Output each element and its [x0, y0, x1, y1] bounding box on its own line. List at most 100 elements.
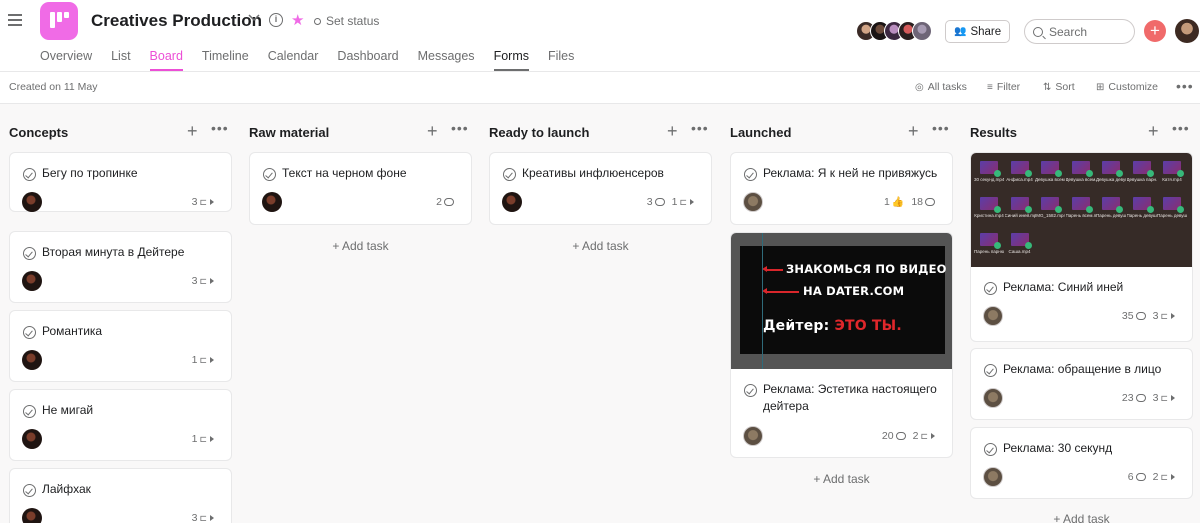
subtask-count[interactable]: 3 ⊏ — [192, 196, 214, 208]
plus-icon[interactable]: + — [187, 121, 198, 142]
video-file-thumbnail[interactable]: Саша.mp4 — [1005, 233, 1035, 254]
quick-add-button[interactable]: + — [1144, 20, 1166, 42]
video-file-thumbnail[interactable]: IMG_1582.mp4 — [1035, 197, 1065, 218]
task-card[interactable]: Лайфхак 3 ⊏ — [9, 468, 232, 523]
share-button[interactable]: 👥 Share — [945, 20, 1011, 43]
info-icon[interactable]: i — [269, 13, 283, 27]
plus-icon[interactable]: + — [1148, 121, 1159, 142]
expand-arrow-icon[interactable] — [210, 357, 214, 363]
subtask-count[interactable]: 1 ⊏ — [192, 354, 214, 366]
chevron-down-icon[interactable] — [248, 14, 260, 22]
task-card[interactable]: Реклама: обращение в лицо 23 3 ⊏ — [970, 348, 1193, 420]
expand-arrow-icon[interactable] — [210, 436, 214, 442]
expand-arrow-icon[interactable] — [1171, 474, 1175, 480]
assignee-avatar[interactable] — [983, 388, 1003, 408]
complete-check-icon[interactable] — [984, 443, 997, 456]
complete-check-icon[interactable] — [503, 168, 516, 181]
subtask-count[interactable]: 1 ⊏ — [192, 433, 214, 445]
assignee-avatar[interactable] — [22, 271, 42, 291]
video-file-thumbnail[interactable]: Синий иней.mp4 — [1005, 197, 1035, 218]
assignee-avatar[interactable] — [22, 508, 42, 523]
add-task-button[interactable]: + Add task — [730, 472, 953, 486]
assignee-avatar[interactable] — [983, 467, 1003, 487]
video-file-thumbnail[interactable]: Девушка всем.mp4 — [1066, 161, 1096, 182]
assignee-avatar[interactable] — [262, 192, 282, 212]
complete-check-icon[interactable] — [23, 247, 36, 260]
assignee-avatar[interactable] — [743, 426, 763, 446]
assignee-avatar[interactable] — [502, 192, 522, 212]
tab-forms[interactable]: Forms — [493, 49, 529, 71]
complete-check-icon[interactable] — [23, 484, 36, 497]
video-file-thumbnail[interactable]: Анфиса.mp4 — [1005, 161, 1035, 182]
video-file-thumbnail[interactable]: Кристина.mp4 — [974, 197, 1004, 218]
expand-arrow-icon[interactable] — [1171, 395, 1175, 401]
user-avatar[interactable] — [1175, 19, 1199, 43]
filter-button[interactable]: ≡ Filter — [987, 81, 1020, 93]
star-icon[interactable]: ★ — [291, 11, 304, 29]
plus-icon[interactable]: + — [667, 121, 678, 142]
sort-button[interactable]: ⇅ Sort — [1043, 81, 1075, 93]
add-task-button[interactable]: + Add task — [970, 512, 1193, 523]
complete-check-icon[interactable] — [23, 326, 36, 339]
subtask-count[interactable]: 1 ⊏ — [672, 196, 694, 208]
task-card[interactable]: Реклама: Я к ней не привяжусь 1 👍 18 — [730, 152, 953, 225]
complete-check-icon[interactable] — [744, 384, 757, 397]
task-card[interactable]: Романтика 1 ⊏ — [9, 310, 232, 382]
more-options-icon[interactable]: ••• — [1176, 78, 1194, 94]
tab-dashboard[interactable]: Dashboard — [337, 49, 398, 71]
more-options-icon[interactable]: ••• — [932, 120, 950, 136]
expand-arrow-icon[interactable] — [1171, 313, 1175, 319]
video-file-thumbnail[interactable]: Девушка всем 2.mp4 — [1035, 161, 1065, 182]
tab-calendar[interactable]: Calendar — [268, 49, 319, 71]
task-card[interactable]: Бегу по тропинке 3 ⊏ — [9, 152, 232, 212]
more-options-icon[interactable]: ••• — [691, 120, 709, 136]
subtask-count[interactable]: 3 ⊏ — [1153, 392, 1175, 404]
subtask-count[interactable]: 3 ⊏ — [192, 512, 214, 523]
set-status-button[interactable]: Set status — [314, 14, 379, 28]
tab-messages[interactable]: Messages — [418, 49, 475, 71]
tab-list[interactable]: List — [111, 49, 130, 71]
search-input[interactable] — [1049, 24, 1129, 39]
avatar[interactable] — [912, 21, 932, 41]
complete-check-icon[interactable] — [263, 168, 276, 181]
tab-overview[interactable]: Overview — [40, 49, 92, 71]
complete-check-icon[interactable] — [23, 168, 36, 181]
assignee-avatar[interactable] — [743, 192, 763, 212]
complete-check-icon[interactable] — [744, 168, 757, 181]
video-file-thumbnail[interactable]: Парень парню.mp4 — [974, 233, 1004, 254]
complete-check-icon[interactable] — [23, 405, 36, 418]
more-options-icon[interactable]: ••• — [1172, 120, 1190, 136]
more-options-icon[interactable]: ••• — [451, 120, 469, 136]
tab-files[interactable]: Files — [548, 49, 574, 71]
more-options-icon[interactable]: ••• — [211, 120, 229, 136]
customize-button[interactable]: ⊞ Customize — [1096, 81, 1158, 93]
video-file-thumbnail[interactable]: 30 секунд.mp4 — [974, 161, 1004, 182]
plus-icon[interactable]: + — [427, 121, 438, 142]
task-card[interactable]: Реклама: 30 секунд 6 2 ⊏ — [970, 427, 1193, 499]
tab-timeline[interactable]: Timeline — [202, 49, 249, 71]
complete-check-icon[interactable] — [984, 364, 997, 377]
search-field[interactable] — [1024, 19, 1135, 44]
assignee-avatar[interactable] — [22, 429, 42, 449]
all-tasks-button[interactable]: ◎ All tasks — [915, 81, 967, 93]
expand-arrow-icon[interactable] — [931, 433, 935, 439]
complete-check-icon[interactable] — [984, 282, 997, 295]
expand-arrow-icon[interactable] — [210, 515, 214, 521]
video-file-thumbnail[interactable]: Парень девушке.mp4 — [1127, 197, 1157, 218]
assignee-avatar[interactable] — [22, 350, 42, 370]
subtask-count[interactable]: 3 ⊏ — [192, 275, 214, 287]
subtask-count[interactable]: 2 ⊏ — [913, 430, 935, 442]
expand-arrow-icon[interactable] — [690, 199, 694, 205]
assignee-avatar[interactable] — [22, 192, 42, 212]
add-task-button[interactable]: + Add task — [249, 239, 472, 253]
video-file-thumbnail[interactable]: Парень всем.mp4 — [1066, 197, 1096, 218]
subtask-count[interactable]: 2 ⊏ — [1153, 471, 1175, 483]
assignee-avatar[interactable] — [983, 306, 1003, 326]
video-file-thumbnail[interactable]: Девушка девушк...2.mp4 — [1096, 161, 1126, 182]
video-file-thumbnail[interactable]: Катя.mp4 — [1157, 161, 1187, 182]
tab-board[interactable]: Board — [149, 49, 183, 71]
task-card[interactable]: Не мигай 1 ⊏ — [9, 389, 232, 461]
video-file-thumbnail[interactable]: Парень девушк...4.mp4 — [1157, 197, 1187, 218]
hamburger-icon[interactable] — [8, 14, 22, 26]
task-card[interactable]: Креативы инфлюенсеров 3 1 ⊏ — [489, 152, 712, 225]
